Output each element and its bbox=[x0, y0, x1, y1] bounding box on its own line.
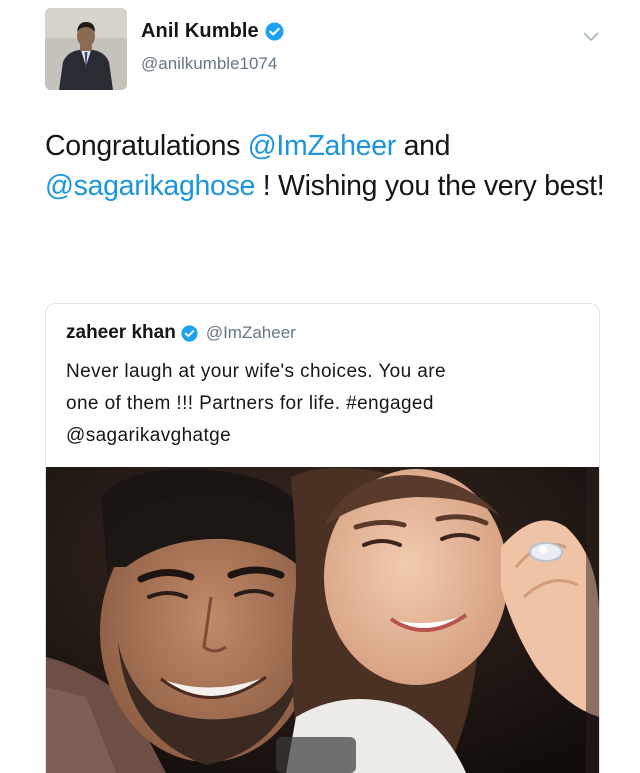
chevron-down-icon[interactable] bbox=[583, 29, 599, 41]
verified-badge-icon bbox=[181, 324, 198, 342]
author-avatar[interactable] bbox=[45, 8, 127, 90]
quoted-text-line: Never laugh at your wife's choices. You … bbox=[66, 361, 446, 382]
tweet-text: Congratulations @ImZaheer and @sagarikagh… bbox=[45, 126, 605, 206]
quoted-text-mention: @sagarikavghatge bbox=[66, 425, 232, 446]
quoted-author-handle: @ImZaheer bbox=[205, 323, 296, 342]
quoted-text-line: one of them !!! Partners for life. #enga… bbox=[66, 393, 434, 414]
quoted-author-row: zaheer khan @ImZaheer bbox=[66, 322, 296, 344]
avatar-photo bbox=[45, 8, 127, 90]
quoted-author-name: zaheer khan bbox=[66, 322, 176, 343]
tweet-card: Anil Kumble @anilkumble1074 Congratulati… bbox=[0, 0, 640, 773]
author-name[interactable]: Anil Kumble bbox=[141, 20, 259, 43]
mention-link[interactable]: @sagarikaghose bbox=[45, 170, 255, 202]
quoted-tweet-text: Never laugh at your wife's choices. You … bbox=[66, 356, 586, 452]
engagement-selfie-photo[interactable] bbox=[46, 467, 599, 773]
quoted-tweet-card[interactable]: zaheer khan @ImZaheer Never laugh at you… bbox=[45, 303, 600, 773]
tweet-text-part: Congratulations bbox=[45, 130, 248, 162]
tweet-text-part: ! Wishing you the very best! bbox=[255, 170, 605, 202]
photo-illustration bbox=[46, 467, 599, 773]
author-name-row: Anil Kumble bbox=[141, 20, 284, 43]
author-handle[interactable]: @anilkumble1074 bbox=[141, 54, 277, 74]
verified-badge-icon bbox=[265, 22, 284, 41]
mention-link[interactable]: @ImZaheer bbox=[248, 130, 397, 162]
tweet-text-part: and bbox=[395, 130, 451, 162]
